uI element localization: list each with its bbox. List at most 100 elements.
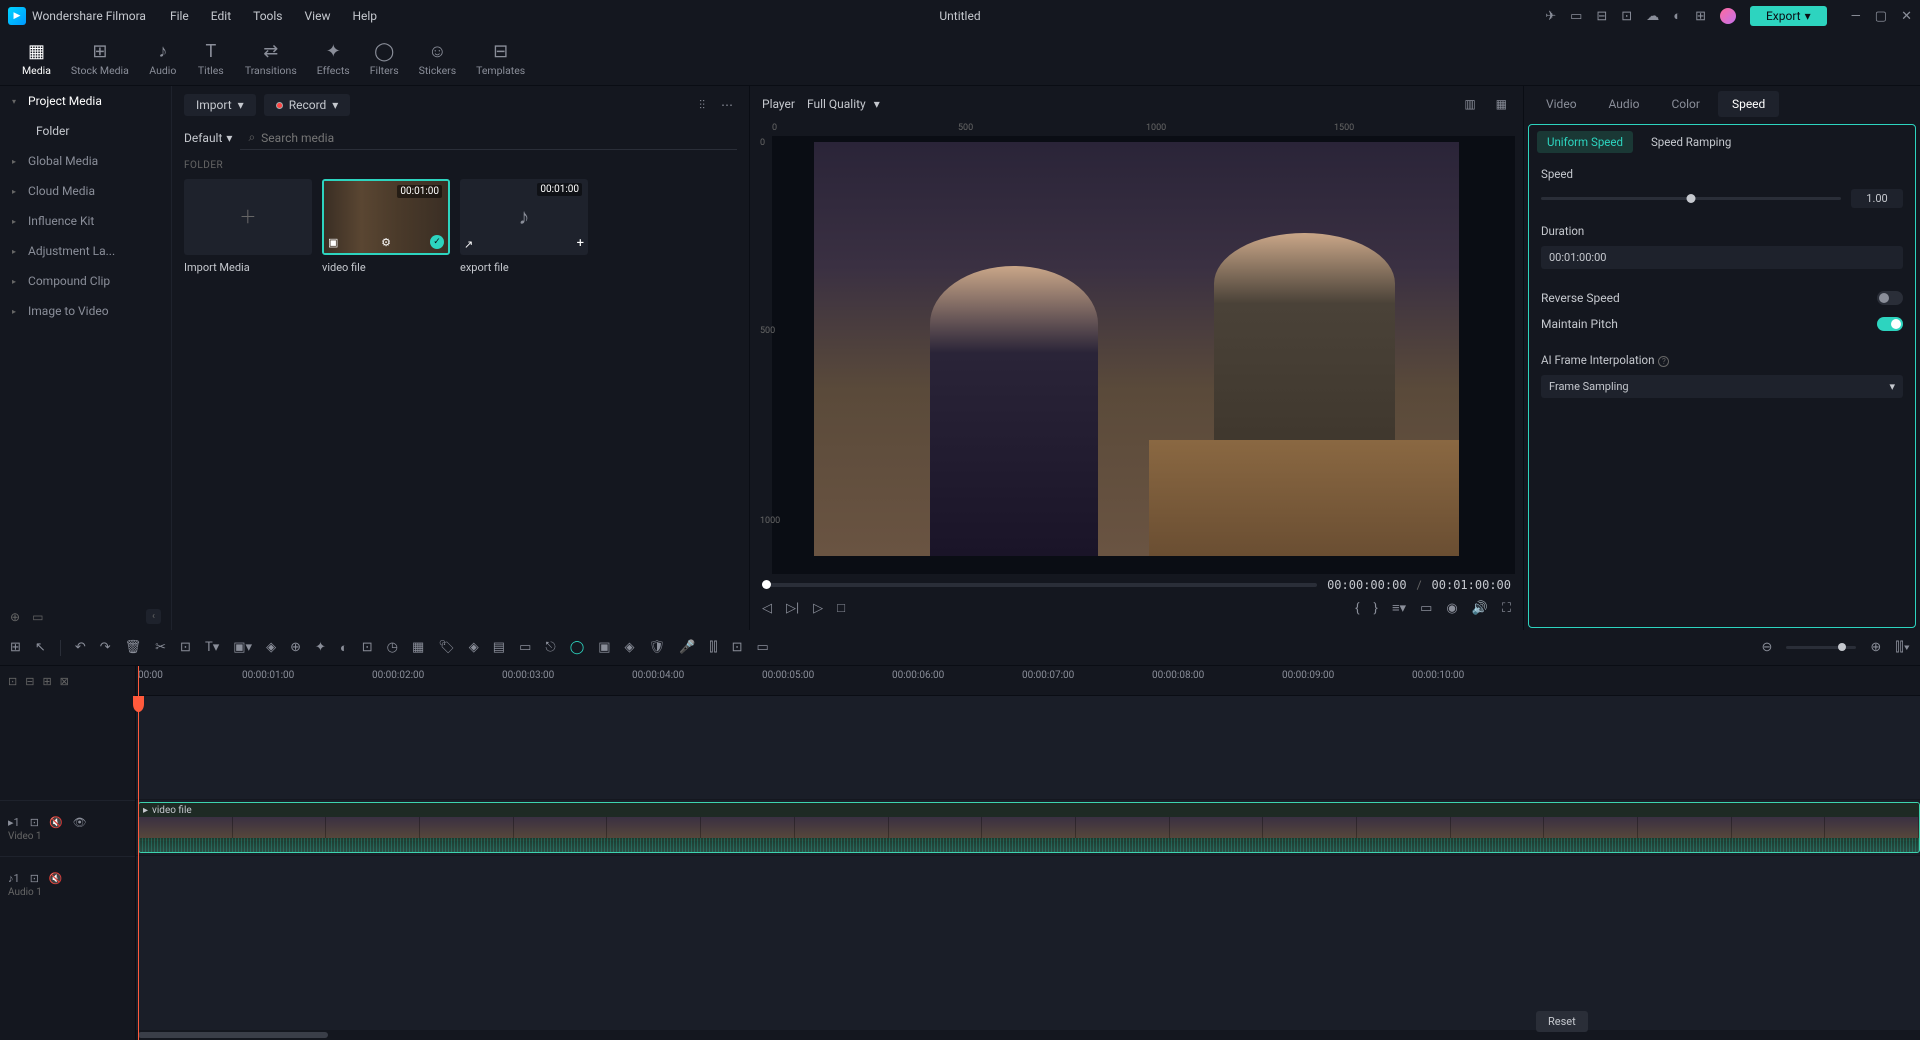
camera-icon[interactable]: ◉: [1446, 601, 1457, 616]
tab-color[interactable]: Color: [1657, 91, 1713, 117]
seek-bar[interactable]: [762, 583, 1317, 587]
playhead[interactable]: [138, 666, 139, 1040]
timeline-video-track[interactable]: ▸video file: [136, 800, 1920, 856]
save-icon[interactable]: ⊡: [1621, 9, 1632, 24]
notify-icon[interactable]: ◐: [1673, 8, 1681, 24]
prev-frame-icon[interactable]: ◁: [762, 601, 772, 616]
mark-in-icon[interactable]: {: [1355, 601, 1359, 616]
record-button[interactable]: Record▾: [264, 94, 351, 116]
trans-icon[interactable]: ◈: [266, 640, 276, 655]
add-icon[interactable]: +: [577, 236, 584, 251]
media-tile-audio[interactable]: 00:01:00 ♪ ↗ +: [460, 179, 588, 255]
cut-icon[interactable]: ✂: [155, 640, 166, 655]
user-avatar[interactable]: [1720, 8, 1736, 24]
redo-icon[interactable]: ↷: [100, 640, 111, 655]
playhead-handle[interactable]: [133, 696, 144, 712]
media-tile-video[interactable]: 00:01:00 ▣ ⚙ ✓: [322, 179, 450, 255]
export-range-icon[interactable]: ⊡: [732, 640, 743, 655]
search-box[interactable]: ⌕: [240, 126, 737, 150]
tab-audio-prop[interactable]: Audio: [1595, 91, 1654, 117]
tab-transitions[interactable]: ⇄Transitions: [235, 37, 307, 81]
sidebar-item-adjustment-layer[interactable]: ▸Adjustment La...: [0, 236, 171, 266]
maximize-icon[interactable]: ▢: [1875, 9, 1887, 24]
mark-out-icon[interactable]: }: [1374, 601, 1378, 616]
quality-dropdown[interactable]: Full Quality▾: [807, 97, 880, 111]
device-icon[interactable]: ⊟: [1596, 9, 1607, 24]
timeline-ruler[interactable]: 00:00 00:00:01:00 00:00:02:00 00:00:03:0…: [136, 666, 1920, 696]
eye-icon[interactable]: 👁: [73, 816, 87, 829]
mic-icon[interactable]: 🎤: [679, 640, 695, 655]
duration-input[interactable]: [1541, 246, 1903, 269]
sort-dropdown[interactable]: Default▾: [184, 131, 232, 145]
tab-filters[interactable]: ◯Filters: [360, 37, 409, 81]
minimize-icon[interactable]: —: [1851, 9, 1861, 24]
timeline-spacer[interactable]: [136, 696, 1920, 800]
tab-audio[interactable]: ♪Audio: [139, 37, 187, 81]
detach-icon[interactable]: ⎋: [545, 640, 555, 655]
collapse-sidebar-button[interactable]: ‹: [146, 609, 161, 624]
menu-edit[interactable]: Edit: [211, 9, 231, 23]
track-head-audio[interactable]: ♪1⊡🔇 Audio 1: [0, 856, 135, 912]
menu-help[interactable]: Help: [352, 9, 377, 23]
sidebar-item-global-media[interactable]: ▸Global Media: [0, 146, 171, 176]
fx-icon[interactable]: ✦: [315, 640, 326, 655]
menu-tools[interactable]: Tools: [253, 9, 282, 23]
sidebar-item-influence-kit[interactable]: ▸Influence Kit: [0, 206, 171, 236]
maintain-pitch-toggle[interactable]: [1877, 317, 1903, 331]
scrollbar-thumb[interactable]: [138, 1032, 328, 1038]
compare-icon[interactable]: ▥: [1460, 97, 1479, 111]
menu-file[interactable]: File: [170, 9, 189, 23]
zoom-icon[interactable]: ⊕: [290, 640, 301, 655]
folder-icon[interactable]: ▭: [32, 610, 43, 624]
export-button[interactable]: Export▾: [1750, 6, 1827, 26]
lock-icon[interactable]: ⊡: [30, 816, 39, 829]
info-icon[interactable]: ?: [1658, 356, 1669, 367]
render-icon[interactable]: ▭: [756, 640, 768, 655]
tl-opt2-icon[interactable]: ⊟: [25, 675, 34, 688]
speed-slider[interactable]: [1541, 197, 1841, 200]
tl-opt4-icon[interactable]: ⊠: [60, 675, 69, 688]
subtab-speed-ramping[interactable]: Speed Ramping: [1641, 131, 1741, 153]
list-icon[interactable]: ≡▾: [1392, 600, 1406, 616]
frame-icon[interactable]: ▦: [412, 640, 424, 655]
new-folder-icon[interactable]: ⊕: [10, 610, 20, 624]
lock-icon[interactable]: ⊡: [30, 872, 39, 885]
send-icon[interactable]: ✈: [1545, 9, 1556, 24]
volume-icon[interactable]: 🔊: [1472, 601, 1488, 616]
menu-view[interactable]: View: [305, 9, 331, 23]
crop2-icon[interactable]: ⊡: [362, 640, 373, 655]
cloud-icon[interactable]: ☁: [1646, 9, 1659, 24]
enable-icon[interactable]: ◯: [570, 640, 585, 655]
crop-icon[interactable]: ⊡: [180, 640, 191, 655]
tab-stock-media[interactable]: ⊞Stock Media: [61, 37, 139, 81]
grid-icon[interactable]: ⊞: [10, 640, 21, 655]
mixer-icon[interactable]: ⫿⫿: [709, 640, 717, 655]
tab-media[interactable]: ▦Media: [12, 37, 61, 81]
fullscreen-icon[interactable]: ⛶: [1502, 601, 1511, 616]
play-icon[interactable]: ▷: [813, 601, 823, 616]
tl-opt3-icon[interactable]: ⊞: [42, 675, 51, 688]
sidebar-item-image-to-video[interactable]: ▸Image to Video: [0, 296, 171, 326]
mute-icon[interactable]: 🔇: [49, 816, 63, 829]
split-icon[interactable]: ▭: [519, 640, 531, 655]
timer-icon[interactable]: ◷: [387, 640, 398, 655]
reverse-speed-toggle[interactable]: [1877, 291, 1903, 305]
more-icon[interactable]: ⋯: [717, 98, 737, 112]
seek-knob[interactable]: [762, 580, 771, 589]
tab-stickers[interactable]: ☺Stickers: [409, 37, 466, 81]
tab-effects[interactable]: ✦Effects: [307, 37, 360, 81]
marker-icon[interactable]: 🛡: [649, 640, 666, 655]
sidebar-item-folder[interactable]: Folder: [0, 116, 171, 146]
tag-icon[interactable]: 🏷: [438, 640, 455, 655]
tab-video[interactable]: Video: [1532, 91, 1591, 117]
reset-button[interactable]: Reset: [1536, 1011, 1588, 1032]
timeline-scrollbar[interactable]: [136, 1030, 1920, 1040]
import-button[interactable]: Import▾: [184, 94, 256, 116]
subtab-uniform-speed[interactable]: Uniform Speed: [1537, 131, 1633, 153]
copy-icon[interactable]: ▣▾: [233, 640, 252, 655]
stop-icon[interactable]: □: [837, 600, 845, 616]
group-icon[interactable]: ▣: [598, 640, 610, 655]
close-icon[interactable]: ✕: [1901, 9, 1912, 24]
tab-templates[interactable]: ⊟Templates: [466, 37, 535, 81]
delete-icon[interactable]: 🗑: [125, 640, 142, 655]
